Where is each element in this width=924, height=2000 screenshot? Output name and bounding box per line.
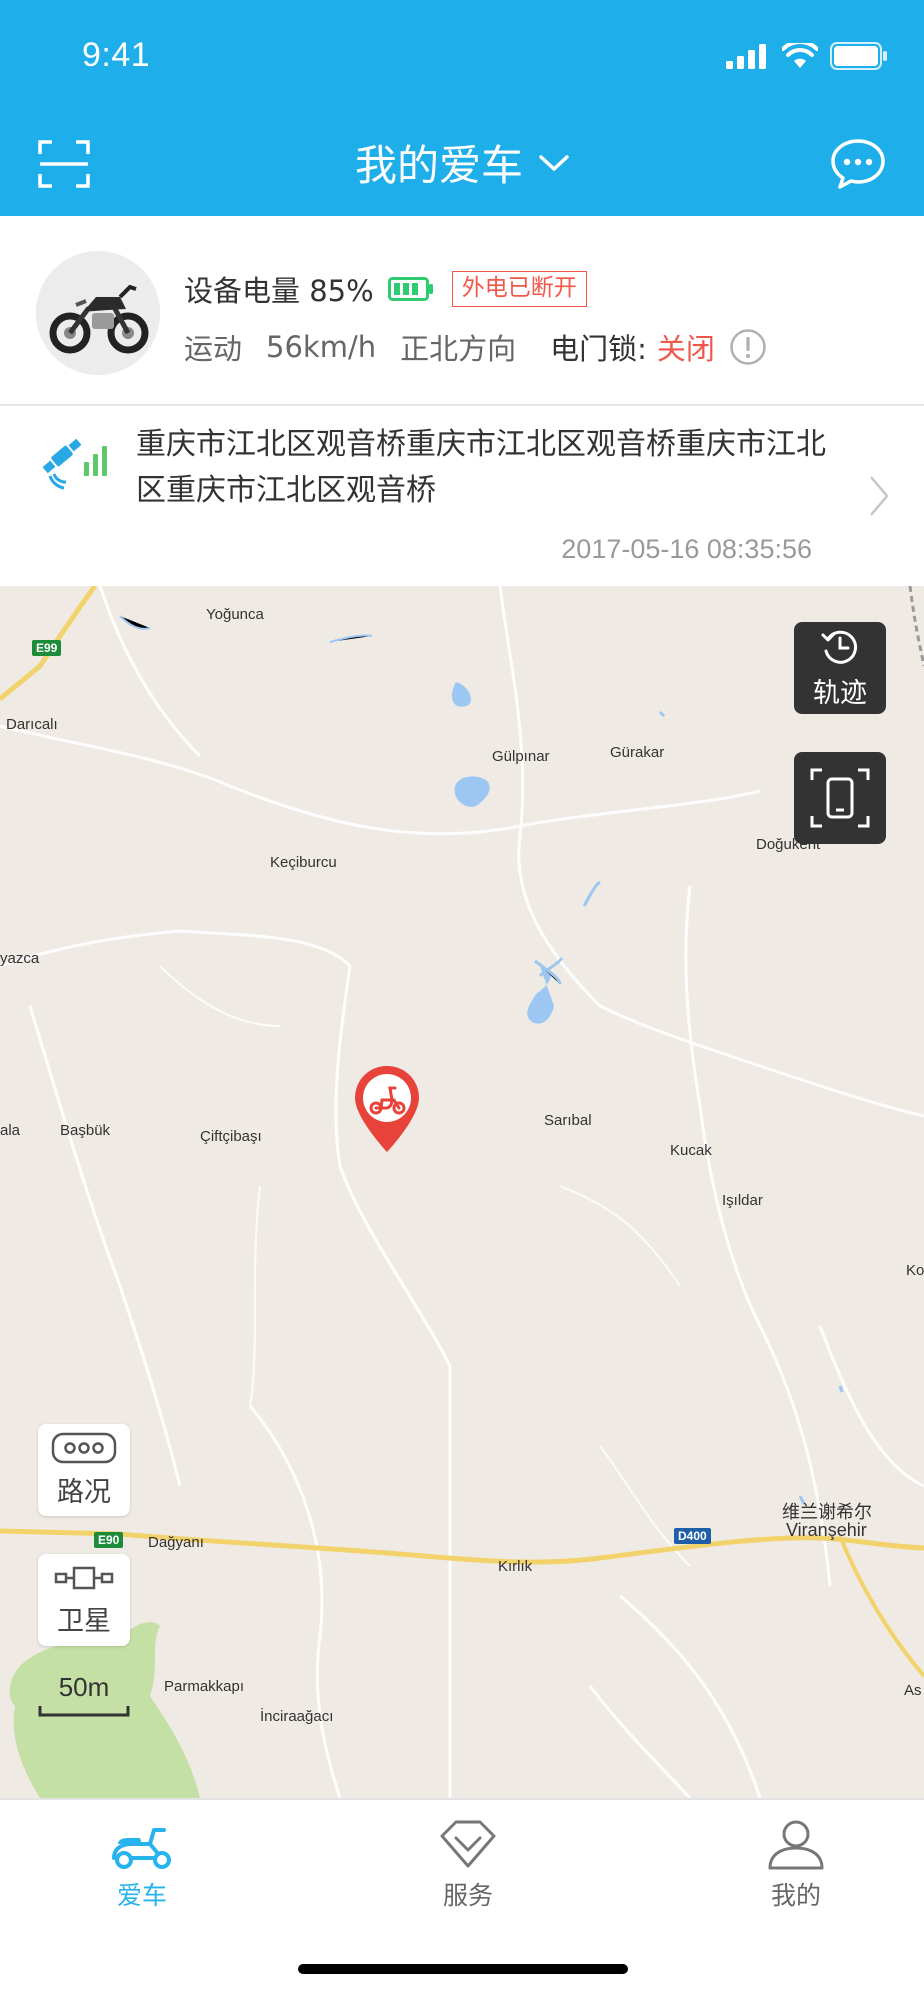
place-label: yazca (0, 950, 40, 967)
page-title: 我的爱车 (354, 141, 523, 190)
place-label: Kucak (670, 1142, 712, 1159)
place-label: Keçiburcu (270, 854, 337, 871)
road-badge: E90 (94, 1532, 124, 1548)
chat-bubble-icon (831, 139, 885, 189)
map-view[interactable]: Yoğunca Darıcalı Gülpınar Gürakar Doğuke… (0, 586, 924, 1798)
signal-icon (726, 44, 766, 69)
motorcycle-image (36, 251, 160, 375)
map-base-layer (0, 586, 924, 1798)
battery-icon (387, 277, 433, 301)
satellite-signal-icon (42, 438, 107, 490)
traffic-label: 路况 (57, 1476, 111, 1508)
place-label: Ko (906, 1262, 924, 1279)
lock-label: 电门锁: (550, 332, 647, 366)
place-label: Gülpınar (492, 748, 550, 765)
place-label: Viranşehir (786, 1520, 867, 1540)
status-icons (726, 42, 888, 70)
tab-my-vehicle[interactable]: 爱车 (62, 1818, 222, 1912)
vehicle-avatar (36, 251, 160, 375)
chevron-right-icon[interactable] (868, 474, 890, 518)
place-label: Sarıbal (544, 1112, 592, 1129)
lock-status: 关闭 (656, 332, 715, 366)
place-label: As (904, 1682, 922, 1699)
place-label: Kırlık (498, 1558, 533, 1575)
scooter-icon (112, 1828, 171, 1869)
wifi-icon (782, 43, 818, 68)
direction-value: 正北方向 (400, 332, 517, 366)
satellite-icon (54, 1566, 114, 1589)
phone-focus-icon (810, 768, 870, 828)
place-label: ala (0, 1122, 21, 1139)
place-label: Başbük (60, 1122, 111, 1139)
message-button[interactable] (830, 138, 886, 190)
tab-label: 服务 (442, 1881, 493, 1910)
motion-state: 运动 (184, 332, 243, 366)
place-label: Darıcalı (6, 716, 58, 733)
scale-bar (38, 1706, 130, 1717)
place-label: Parmakkapı (164, 1678, 245, 1695)
place-label: Işıldar (722, 1192, 763, 1209)
chevron-down-icon (539, 154, 569, 171)
tab-label: 我的 (770, 1881, 821, 1910)
power-status-badge: 外电已断开 (451, 271, 587, 307)
traffic-icon (51, 1432, 117, 1463)
person-icon (768, 1820, 824, 1870)
top-header: 9:41 我的爱车 (0, 0, 924, 216)
info-alert-icon[interactable] (729, 328, 767, 366)
scale-label: 50m (58, 1672, 110, 1702)
tab-label: 爱车 (116, 1881, 167, 1910)
motion-row: 运动 56km/h 正北方向 电门锁: 关闭 (184, 326, 767, 368)
satellite-toggle-button[interactable]: 卫星 (38, 1554, 130, 1646)
place-label: Gürakar (610, 744, 665, 761)
status-time: 9:41 (82, 36, 151, 74)
address-text: 重庆市江北区观音桥重庆市江北区观音桥重庆市江北区重庆市江北区观音桥 (136, 427, 826, 508)
vehicle-status-card[interactable]: 设备电量 85% 外电已断开 运动 56km/h 正北方向 电门锁: 关闭 (0, 216, 924, 406)
battery-status-icon (830, 42, 887, 70)
road-badge: D400 (674, 1528, 711, 1544)
place-label: Çiftçibaşı (200, 1128, 262, 1145)
tab-profile[interactable]: 我的 (716, 1818, 876, 1912)
speed-value: 56km/h (266, 330, 377, 364)
vehicle-selector[interactable]: 我的爱车 (0, 132, 924, 193)
location-timestamp: 2017-05-16 08:35:56 (561, 534, 812, 564)
track-history-button[interactable]: 轨迹 (794, 622, 886, 714)
vehicle-location-pin[interactable] (352, 1064, 422, 1154)
place-label: İnciraağacı (260, 1708, 334, 1725)
battery-row: 设备电量 85% 外电已断开 (184, 268, 587, 310)
traffic-toggle-button[interactable]: 路况 (38, 1424, 130, 1516)
track-label: 轨迹 (813, 677, 867, 709)
road-badge: E99 (32, 640, 62, 656)
diamond-icon (440, 1820, 496, 1868)
device-battery-label: 设备电量 85% (184, 274, 374, 308)
history-clock-icon (821, 630, 858, 664)
home-indicator (298, 1964, 628, 1974)
satellite-label: 卫星 (57, 1605, 111, 1637)
place-label: Yoğunca (206, 606, 264, 623)
tab-services[interactable]: 服务 (388, 1818, 548, 1912)
locate-phone-button[interactable] (794, 752, 886, 844)
map-scale: 50m (38, 1672, 130, 1722)
place-label: Dağyanı (148, 1534, 204, 1551)
